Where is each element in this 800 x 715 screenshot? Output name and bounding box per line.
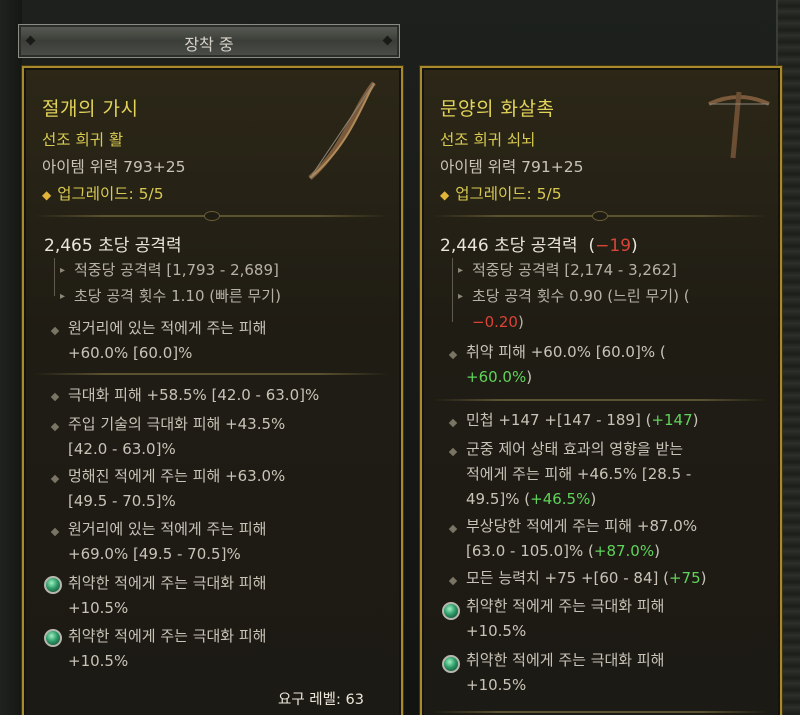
branch-arrow-icon: ▸ [458,265,464,276]
affix-delta: +75 [668,569,701,587]
bullet-icon [448,418,458,428]
crossbow-icon [708,91,770,159]
upgrade-label: 업그레이드: 5/5 [57,185,164,203]
branch-arrow-icon: ▸ [60,291,66,302]
upgrade-label: 업그레이드: 5/5 [455,185,562,203]
affix-line: 민첩 +147 +[147 - 189] (+147) [466,411,699,429]
socketed-gem-icon [44,576,62,594]
bullet-icon [50,326,60,336]
affix-line: 멍해진 적에게 주는 피해 +63.0% [68,467,286,485]
bullet-icon [448,524,458,534]
affix-text: 민첩 +147 +[147 - 189] ( [466,411,652,429]
affix-text: [63.0 - 105.0]% ( [466,542,594,560]
affix-line: 적에게 주는 피해 +46.5% [28.5 - [466,465,692,483]
socketed-gem-icon [44,629,62,647]
attack-speed-delta: −0.20) [472,313,524,331]
implicit-affix-line2: +60.0%) [466,368,533,386]
affix-line: +69.0% [49.5 - 70.5]% [68,545,241,563]
affix-line: 주입 기술의 극대화 피해 +43.5% [68,415,286,433]
gem-affix-line: +10.5% [466,676,527,694]
bullet-icon [50,392,60,402]
affix-line: 원거리에 있는 적에게 주는 피해 [68,520,267,538]
upgrade-diamond-icon: ◆ [42,188,52,202]
bullet-icon [50,527,60,537]
divider [34,373,389,375]
affix-line: [49.5 - 70.5]% [68,492,176,510]
upgrade-status: ◆ 업그레이드: 5/5 [42,182,164,204]
damage-per-hit: 적중당 공격력 [1,793 - 2,689] [74,261,279,279]
tree-line [54,258,55,296]
bullet-icon [448,447,458,457]
required-level: 요구 레벨: 63 [278,692,364,708]
divider [432,711,768,713]
attacks-per-second: 초당 공격 횟수 0.90 (느린 무기) ( [472,287,690,305]
affix-delta: +46.5% [530,490,591,508]
gem-affix-line: 취약한 적에게 주는 극대화 피해 [68,627,267,645]
affix-text: 49.5]% ( [466,490,531,508]
dps-delta: −19 [595,236,632,256]
item-name: 문양의 화살촉 [440,98,555,120]
item-name: 절개의 가시 [42,98,139,120]
affix-line: 49.5]% (+46.5%) [466,490,597,508]
item-power: 아이템 위력 793+25 [42,158,186,176]
implicit-delta: +60.0% [466,368,527,386]
affix-delta: +87.0% [593,542,655,560]
affix-line: [63.0 - 105.0]% (+87.0%) [466,542,660,560]
branch-arrow-icon: ▸ [458,291,464,302]
left-frame-edge [0,0,22,715]
compared-item-tooltip: 문양의 화살촉 선조 희귀 쇠뇌 아이템 위력 791+25 ◆ 업그레이드: 5… [420,66,782,715]
branch-arrow-icon: ▸ [60,265,66,276]
affix-line: 부상당한 적에게 주는 피해 +87.0% [466,517,698,535]
attack-speed-delta-value: −0.20 [472,313,518,331]
divider [432,399,768,401]
affix-line: 군중 제어 상태 효과의 영향을 받는 [466,440,684,458]
equipped-header: 장착 중 [18,24,400,58]
affix-text: 모든 능력치 +75 +[60 - 84] ( [466,569,669,587]
damage-per-hit: 적중당 공격력 [2,174 - 3,262] [472,261,677,279]
gem-affix-line: +10.5% [466,622,527,640]
tree-line [452,258,453,322]
item-rarity: 선조 희귀 활 [42,131,124,149]
gem-affix-line: 취약한 적에게 주는 극대화 피해 [466,651,665,669]
gem-affix-line: 취약한 적에게 주는 극대화 피해 [466,597,665,615]
gem-affix-line: 취약한 적에게 주는 극대화 피해 [68,574,267,592]
item-power: 아이템 위력 791+25 [440,158,584,176]
implicit-affix-line1: 취약 피해 +60.0% [60.0]% ( [466,343,666,361]
affix-delta: +147 [651,411,693,429]
implicit-affix-line1: 원거리에 있는 적에게 주는 피해 [68,319,267,337]
upgrade-status: ◆ 업그레이드: 5/5 [440,182,562,204]
gem-affix-line: +10.5% [68,652,129,670]
upgrade-diamond-icon: ◆ [440,188,450,202]
divider [34,211,389,221]
socketed-gem-icon [442,602,460,620]
bullet-icon [50,474,60,484]
implicit-affix-line2: +60.0% [60.0]% [68,344,193,362]
affix-line: 모든 능력치 +75 +[60 - 84] (+75) [466,569,707,587]
equipped-item-tooltip: 절개의 가시 선조 희귀 활 아이템 위력 793+25 ◆ 업그레이드: 5/5… [22,66,403,715]
divider [432,211,768,221]
affix-line: 극대화 피해 +58.5% [42.0 - 63.0]% [68,386,320,404]
equipped-label: 장착 중 [184,35,234,54]
socketed-gem-icon [442,655,460,673]
gem-affix-line: +10.5% [68,599,129,617]
bullet-icon [448,350,458,360]
item-rarity: 선조 희귀 쇠뇌 [440,131,536,149]
attacks-per-second: 초당 공격 횟수 1.10 (빠른 무기) [74,287,281,305]
dps-value: 2,465 초당 공격력 [44,236,182,256]
dps-label: 2,446 초당 공격력 [440,236,578,256]
affix-line: [42.0 - 63.0]% [68,440,176,458]
dps-value: 2,446 초당 공격력 (−19) [440,236,638,256]
bullet-icon [50,422,60,432]
bullet-icon [448,576,458,586]
bow-icon [308,81,376,180]
